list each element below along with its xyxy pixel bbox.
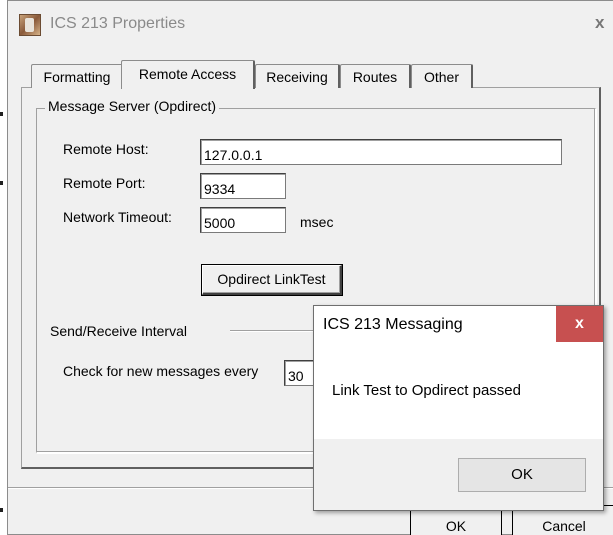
title-bar: ICS 213 Properties x	[8, 1, 613, 49]
dialog-title-bar: ICS 213 Messaging x	[314, 306, 603, 342]
dialog-footer: OK	[314, 439, 603, 510]
screen: ICS 213 Properties x Formatting Remote A…	[0, 0, 613, 535]
dialog-ok-button[interactable]: OK	[458, 458, 586, 492]
network-timeout-field[interactable]	[200, 207, 286, 233]
app-icon	[19, 14, 41, 36]
messaging-dialog: ICS 213 Messaging x Link Test to Opdirec…	[313, 305, 604, 511]
remote-port-label: Remote Port:	[63, 175, 146, 191]
tab-formatting[interactable]: Formatting	[31, 64, 124, 88]
edge-mark	[0, 508, 3, 512]
send-receive-interval-label: Send/Receive Interval	[50, 323, 187, 339]
dialog-close-icon[interactable]: x	[556, 306, 603, 342]
message-server-group-label: Message Server (Opdirect)	[45, 98, 220, 114]
edge-mark	[0, 181, 3, 185]
remote-host-label: Remote Host:	[63, 141, 149, 157]
remote-host-field[interactable]	[200, 139, 562, 165]
timeout-unit-label: msec	[300, 214, 334, 230]
network-timeout-label: Network Timeout:	[63, 209, 172, 225]
interval-divider	[230, 330, 320, 332]
remote-port-field[interactable]	[200, 173, 286, 199]
tab-remote-access[interactable]: Remote Access	[121, 60, 255, 89]
dialog-body: Link Test to Opdirect passed	[314, 342, 603, 439]
dialog-message: Link Test to Opdirect passed	[332, 382, 521, 399]
tab-other[interactable]: Other	[411, 64, 473, 88]
check-messages-label: Check for new messages every	[63, 363, 259, 379]
opdirect-link-test-button[interactable]: Opdirect LinkTest	[202, 265, 342, 295]
tab-receiving[interactable]: Receiving	[255, 64, 340, 88]
window-title: ICS 213 Properties	[50, 15, 186, 32]
dialog-title: ICS 213 Messaging	[323, 316, 463, 333]
tab-routes[interactable]: Routes	[340, 64, 411, 88]
edge-mark	[0, 112, 3, 116]
close-icon[interactable]: x	[595, 13, 604, 33]
